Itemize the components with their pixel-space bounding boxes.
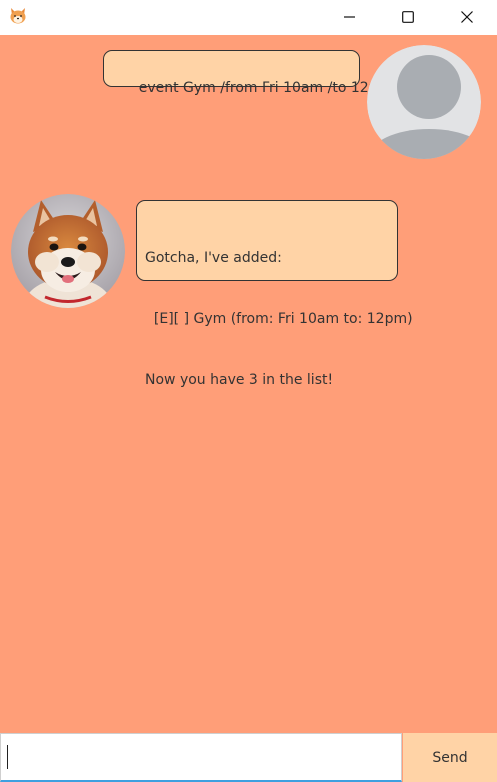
bot-avatar xyxy=(11,194,125,308)
text-caret xyxy=(7,745,8,769)
bot-message-line: Now you have 3 in the list! xyxy=(145,372,334,388)
minimize-button[interactable] xyxy=(327,0,373,33)
chat-scroll-area[interactable]: event Gym /from Fri 10am /to 12pm Gotcha… xyxy=(0,35,497,733)
maximize-icon xyxy=(402,10,414,23)
app-window: event Gym /from Fri 10am /to 12pm Gotcha… xyxy=(0,0,497,782)
input-bar: Send xyxy=(0,733,497,782)
user-avatar-icon xyxy=(367,45,481,159)
send-button[interactable]: Send xyxy=(403,733,497,782)
bot-message-bubble: Gotcha, I've added: [E][ ] Gym (from: Fr… xyxy=(136,200,413,388)
bot-message-line: [E][ ] Gym (from: Fri 10am to: 12pm) xyxy=(145,311,413,327)
message-input[interactable] xyxy=(0,733,402,782)
title-bar[interactable] xyxy=(0,0,497,35)
user-avatar xyxy=(367,45,481,159)
minimize-icon xyxy=(344,15,355,18)
user-message-text: event Gym /from Fri 10am /to 12pm xyxy=(138,80,392,96)
maximize-button[interactable] xyxy=(385,0,431,33)
close-icon xyxy=(461,10,473,23)
bot-message-line: Gotcha, I've added: xyxy=(145,250,282,266)
user-message-bubble: event Gym /from Fri 10am /to 12pm xyxy=(103,50,391,96)
shiba-dog-photo xyxy=(11,194,125,308)
shiba-icon xyxy=(10,8,26,24)
close-button[interactable] xyxy=(444,0,490,33)
